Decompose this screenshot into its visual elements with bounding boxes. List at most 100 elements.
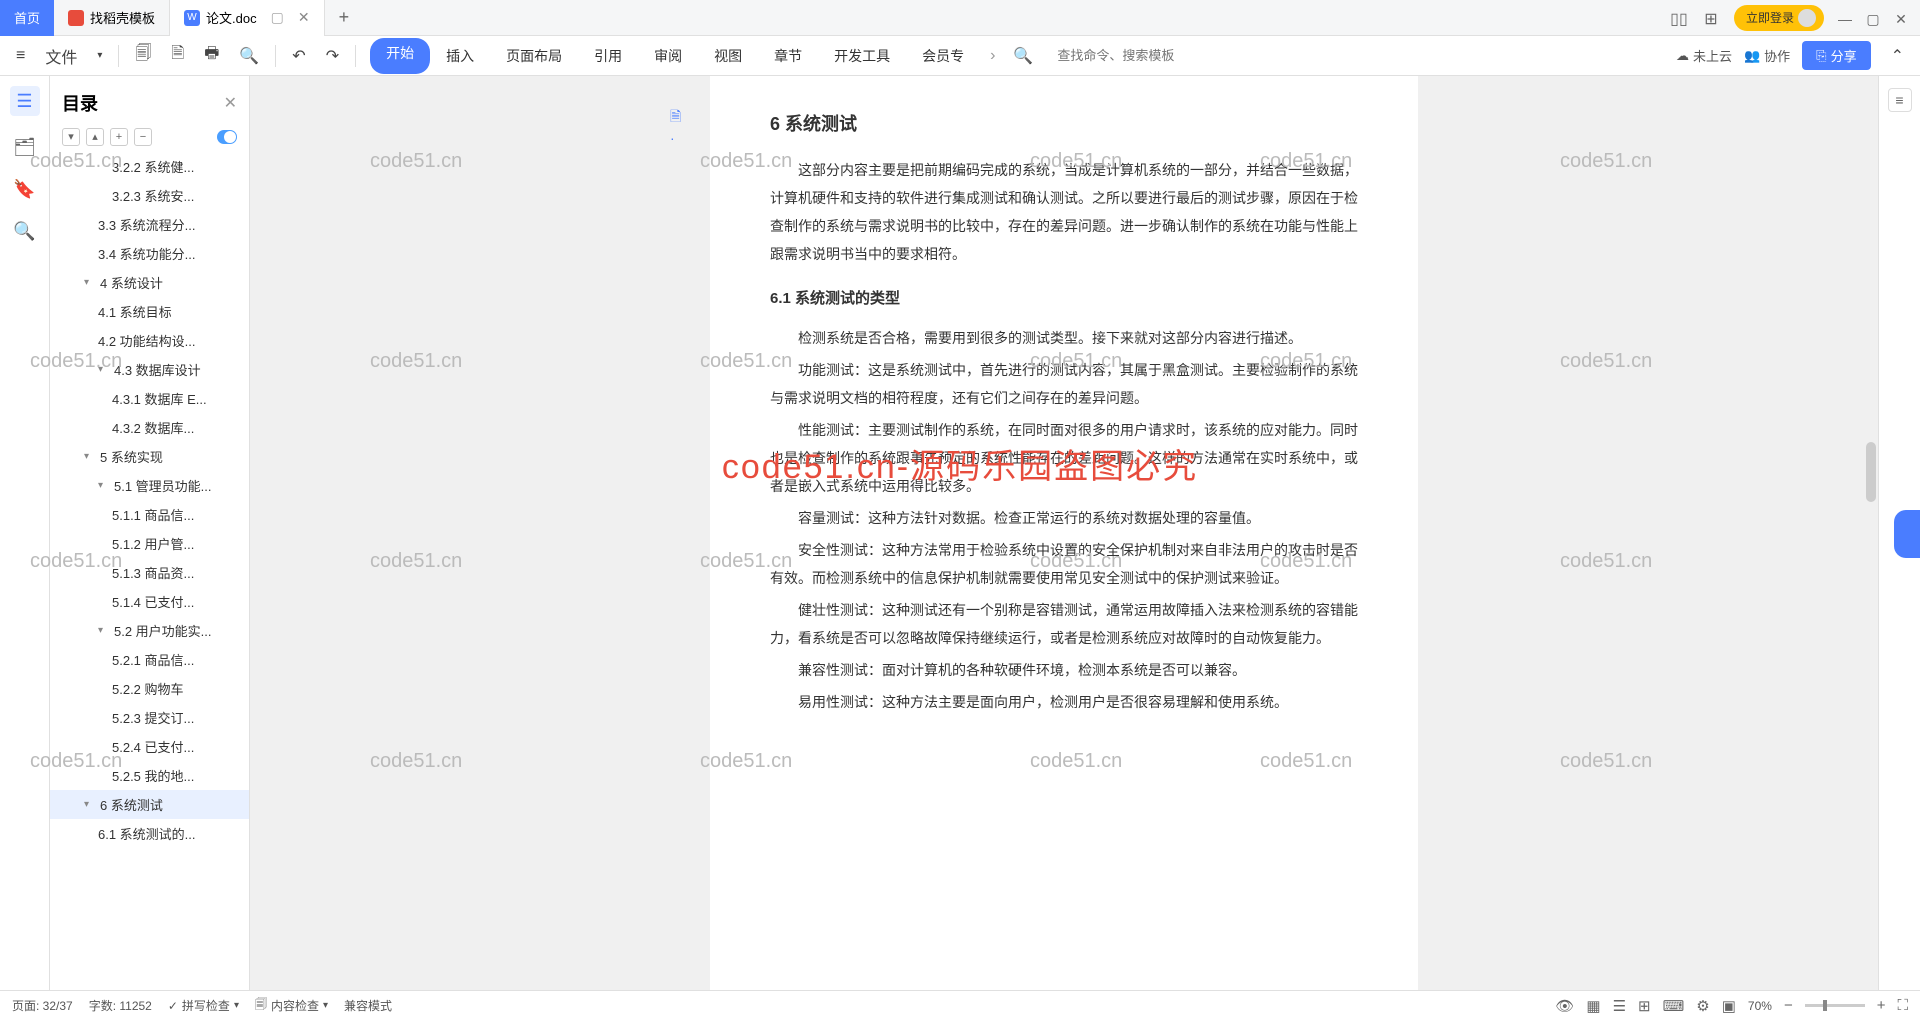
file-chevron-icon[interactable]: ▾	[89, 44, 110, 67]
tab-template[interactable]: 找稻壳模板	[54, 0, 170, 36]
chevron-down-icon[interactable]: ▾	[98, 480, 110, 491]
outline-item[interactable]: ▾5.2 用户功能实...	[50, 616, 249, 645]
bookmark-icon[interactable]: 🔖	[14, 178, 36, 200]
menu-chapter[interactable]: 章节	[758, 38, 818, 74]
outline-item[interactable]: 3.4 系统功能分...	[50, 239, 249, 268]
collapse-all-icon[interactable]: ▾	[62, 128, 80, 146]
panel-toggle-icon[interactable]: ≡	[1888, 88, 1912, 112]
export-icon[interactable]: 🗎	[163, 36, 192, 75]
outline-close-icon[interactable]: ✕	[224, 93, 237, 113]
scroll-thumb[interactable]	[1866, 442, 1876, 502]
close-window-icon[interactable]: ✕	[1894, 11, 1908, 25]
print-icon[interactable]: 🖶	[196, 36, 227, 75]
page-doc-icon[interactable]: 🗎	[670, 106, 690, 126]
chevron-down-icon[interactable]: ▾	[84, 451, 96, 462]
page-indicator[interactable]: 页面: 32/37	[12, 997, 73, 1014]
document-canvas[interactable]: 🗎 · 6 系统测试 这部分内容主要是把前期编码完成的系统，当成是计算机系统的一…	[250, 76, 1878, 990]
menu-review[interactable]: 审阅	[638, 38, 698, 74]
chevron-down-icon[interactable]: ▾	[98, 625, 110, 636]
undo-icon[interactable]: ↶	[284, 40, 313, 72]
projector-icon[interactable]: ▢	[271, 9, 284, 26]
read-mode-icon[interactable]: 👁	[1555, 997, 1574, 1015]
outline-icon[interactable]: ☰	[10, 86, 40, 116]
settings-icon[interactable]: ⚙	[1696, 997, 1709, 1015]
layout-icon[interactable]: ▯▯	[1670, 9, 1688, 27]
outline-item[interactable]: ▾4.3 数据库设计	[50, 355, 249, 384]
sync-toggle[interactable]	[217, 130, 237, 144]
find-icon[interactable]: 🔍	[14, 220, 36, 242]
outline-item[interactable]: 5.1.2 用户管...	[50, 529, 249, 558]
collapse-icon[interactable]: ⌃	[1883, 40, 1912, 72]
outline-item[interactable]: 3.2.3 系统安...	[50, 181, 249, 210]
menu-reference[interactable]: 引用	[578, 38, 638, 74]
web-mode-icon[interactable]: ☰	[1613, 997, 1626, 1015]
outline-item[interactable]: ▾6 系统测试	[50, 790, 249, 819]
zoom-level[interactable]: 70%	[1748, 999, 1772, 1013]
nav-right-icon[interactable]: ›	[984, 41, 1001, 71]
zoom-slider[interactable]	[1805, 1004, 1865, 1007]
login-button[interactable]: 立即登录	[1734, 5, 1824, 31]
outline-item[interactable]: 3.3 系统流程分...	[50, 210, 249, 239]
file-menu[interactable]: 文件	[37, 38, 85, 74]
outline-item[interactable]: 5.2.1 商品信...	[50, 645, 249, 674]
preview-icon[interactable]: 🔍	[231, 40, 267, 72]
chevron-down-icon[interactable]: ▾	[84, 277, 96, 288]
chevron-down-icon[interactable]: ▾	[98, 364, 110, 375]
outline-item[interactable]: 5.1.3 商品资...	[50, 558, 249, 587]
outline-item[interactable]: ▾4 系统设计	[50, 268, 249, 297]
outline-item[interactable]: 5.1.1 商品信...	[50, 500, 249, 529]
outline-item[interactable]: 4.1 系统目标	[50, 297, 249, 326]
outline-item[interactable]: 4.3.1 数据库 E...	[50, 384, 249, 413]
menu-member[interactable]: 会员专	[906, 38, 980, 74]
menu-icon[interactable]: ≡	[8, 41, 33, 71]
outline-item[interactable]: 5.2.5 我的地...	[50, 761, 249, 790]
outline-item[interactable]: 5.2.3 提交订...	[50, 703, 249, 732]
maximize-icon[interactable]: ▢	[1866, 11, 1880, 25]
menu-insert[interactable]: 插入	[430, 38, 490, 74]
zoom-thumb[interactable]	[1823, 1000, 1827, 1011]
redo-icon[interactable]: ↷	[318, 40, 347, 72]
outline-item[interactable]: 4.2 功能结构设...	[50, 326, 249, 355]
outline-item[interactable]: 6.1 系统测试的...	[50, 819, 249, 848]
page-dot-icon[interactable]: ·	[670, 130, 690, 150]
content-check-button[interactable]: 🗐内容检查 ▾	[255, 995, 328, 1016]
outline-item[interactable]: 4.3.2 数据库...	[50, 413, 249, 442]
zoom-out-icon[interactable]: −	[1784, 997, 1793, 1014]
new-tab-button[interactable]: +	[325, 7, 364, 28]
fullscreen-icon[interactable]: ⛶	[1897, 997, 1908, 1014]
tab-home[interactable]: 首页	[0, 0, 54, 36]
vertical-scrollbar[interactable]	[1866, 76, 1876, 990]
share-button[interactable]: ⎘分享	[1802, 41, 1870, 70]
tools-icon[interactable]: ⌨	[1663, 997, 1685, 1015]
cloud-status[interactable]: ☁未上云	[1676, 46, 1732, 65]
outline-item[interactable]: ▾5.1 管理员功能...	[50, 471, 249, 500]
outline-item[interactable]: 5.1.4 已支付...	[50, 587, 249, 616]
menu-layout[interactable]: 页面布局	[490, 38, 578, 74]
tab-document[interactable]: W 论文.doc ▢ ✕	[170, 0, 325, 36]
side-tab-button[interactable]	[1894, 510, 1920, 558]
layout-mode-icon[interactable]: ▦	[1586, 997, 1600, 1015]
menu-devtools[interactable]: 开发工具	[818, 38, 906, 74]
outline-item[interactable]: ▾5 系统实现	[50, 442, 249, 471]
search-input[interactable]	[1053, 44, 1193, 67]
files-icon[interactable]: 🗂	[14, 136, 36, 158]
document-content[interactable]: 6 系统测试 这部分内容主要是把前期编码完成的系统，当成是计算机系统的一部分，并…	[710, 106, 1418, 716]
compat-mode[interactable]: 兼容模式	[344, 997, 392, 1014]
spellcheck-button[interactable]: ✓拼写检查 ▾	[168, 997, 239, 1014]
chevron-down-icon[interactable]: ▾	[84, 799, 96, 810]
outline-item[interactable]: 5.2.2 购物车	[50, 674, 249, 703]
search-icon[interactable]: 🔍	[1005, 40, 1041, 72]
outline-item[interactable]: 5.2.4 已支付...	[50, 732, 249, 761]
zoom-in-icon[interactable]: +	[1877, 997, 1886, 1014]
menu-start[interactable]: 开始	[370, 38, 430, 74]
close-icon[interactable]: ✕	[298, 9, 310, 26]
minimize-icon[interactable]: —	[1838, 11, 1852, 25]
apps-icon[interactable]: ⊞	[1702, 9, 1720, 27]
menu-view[interactable]: 视图	[698, 38, 758, 74]
expand-all-icon[interactable]: ▴	[86, 128, 104, 146]
add-icon[interactable]: +	[110, 128, 128, 146]
outline-item[interactable]: 3.2.2 系统健...	[50, 152, 249, 181]
outline-mode-icon[interactable]: ⊞	[1638, 997, 1651, 1015]
remove-icon[interactable]: −	[134, 128, 152, 146]
word-count[interactable]: 字数: 11252	[89, 997, 152, 1014]
